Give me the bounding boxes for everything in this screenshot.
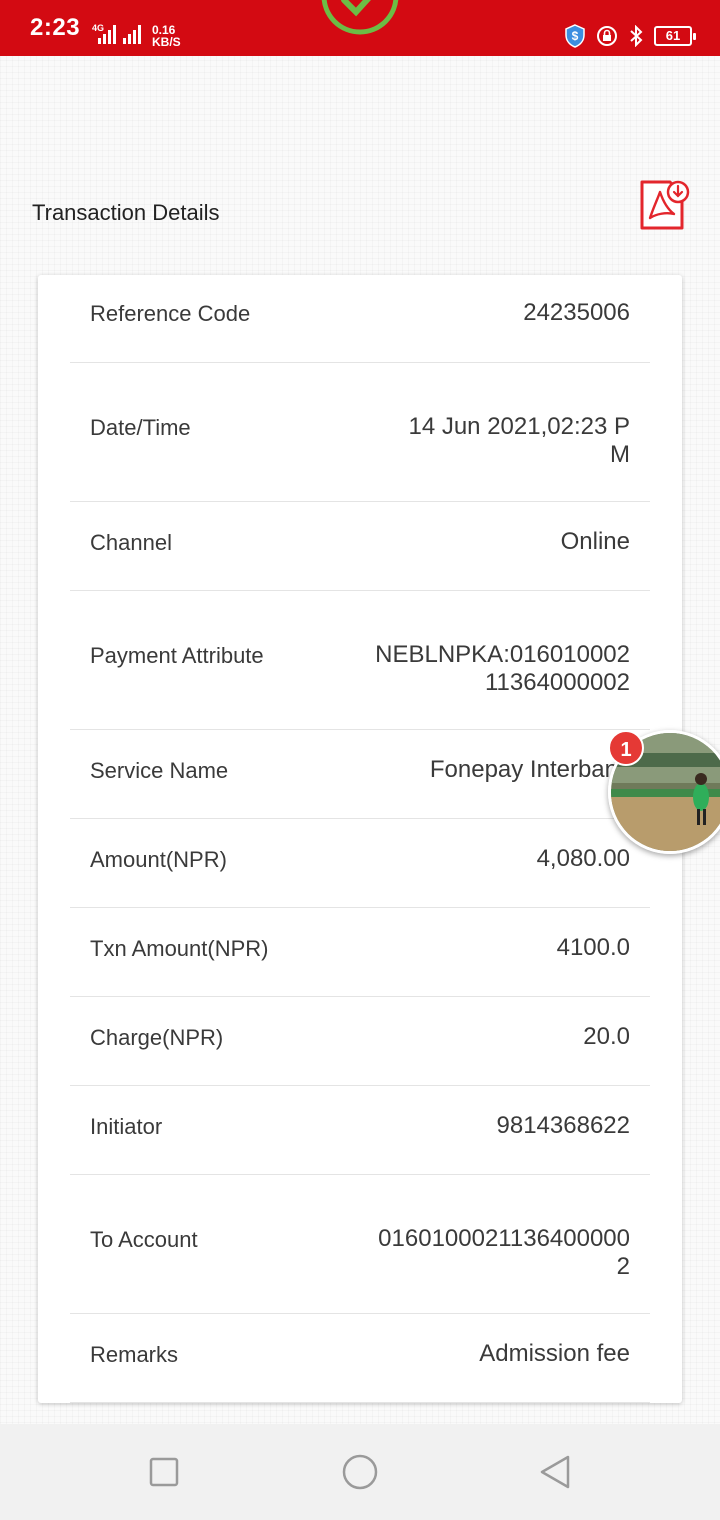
back-triangle-icon[interactable] (536, 1452, 576, 1492)
network-speed-unit: KB/S (152, 35, 181, 49)
detail-value: 4,080.00 (536, 845, 630, 872)
detail-value: 01601000211364000002 (378, 1225, 630, 1280)
network-type-label: 4G (92, 23, 104, 33)
pdf-download-icon[interactable] (636, 178, 690, 232)
detail-value: NEBLNPKA:01601000211364000002 (375, 641, 630, 696)
detail-row-initiator: Initiator 9814368622 (70, 1086, 650, 1175)
vpn-lock-icon (597, 26, 617, 46)
success-check-icon (321, 0, 399, 35)
detail-value: 24235006 (523, 299, 630, 326)
detail-label: Payment Attribute (90, 643, 264, 668)
detail-row-service-name: Service Name Fonepay Interbank (70, 730, 650, 819)
detail-row-reference-code: Reference Code 24235006 (70, 275, 650, 363)
detail-row-payment-attribute: Payment Attribute NEBLNPKA:0160100021136… (70, 591, 650, 730)
detail-row-channel: Channel Online (70, 502, 650, 591)
shield-icon: $ (565, 24, 585, 48)
transaction-details-card: Reference Code 24235006 Date/Time 14 Jun… (38, 275, 682, 1403)
navigation-bar (0, 1424, 720, 1520)
detail-label: Reference Code (90, 301, 251, 326)
detail-value: 4100.0 (556, 934, 630, 961)
bluetooth-icon (630, 25, 643, 47)
detail-value: Fonepay Interbank (429, 756, 630, 783)
detail-label: Remarks (90, 1342, 179, 1367)
notification-badge: 1 (608, 730, 644, 766)
detail-label: Date/Time (90, 415, 191, 440)
recents-square-icon[interactable] (144, 1452, 184, 1492)
detail-value: 20.0 (583, 1023, 630, 1050)
detail-value: 14 Jun 2021,02:23 PM (408, 413, 630, 468)
signal-icon: 4G (92, 23, 141, 44)
detail-label: Txn Amount(NPR) (90, 936, 269, 961)
detail-label: Initiator (90, 1114, 163, 1139)
section-title: Transaction Details (32, 200, 220, 225)
status-icons: $ 61 (564, 24, 696, 48)
detail-row-amount: Amount(NPR) 4,080.00 (70, 819, 650, 908)
battery-icon: 61 (654, 26, 696, 46)
detail-value: Admission fee (479, 1340, 630, 1367)
home-circle-icon[interactable] (340, 1452, 380, 1492)
detail-row-remarks: Remarks Admission fee (70, 1314, 650, 1403)
status-time: 2:23 (30, 14, 81, 41)
detail-row-date-time: Date/Time 14 Jun 2021,02:23 PM (70, 363, 650, 502)
detail-label: Channel (90, 530, 172, 555)
detail-row-txn-amount: Txn Amount(NPR) 4100.0 (70, 908, 650, 997)
svg-text:$: $ (572, 29, 579, 43)
detail-label: To Account (90, 1227, 198, 1252)
detail-row-charge: Charge(NPR) 20.0 (70, 997, 650, 1086)
detail-row-to-account: To Account 01601000211364000002 (70, 1175, 650, 1314)
detail-label: Amount(NPR) (90, 847, 227, 872)
chat-head-bubble[interactable]: 1 (608, 730, 720, 854)
detail-value: Online (560, 528, 630, 555)
network-speed: 0.16 KB/S (152, 24, 181, 48)
detail-value: 9814368622 (496, 1112, 630, 1139)
detail-label: Charge(NPR) (90, 1025, 224, 1050)
detail-label: Service Name (90, 758, 229, 783)
